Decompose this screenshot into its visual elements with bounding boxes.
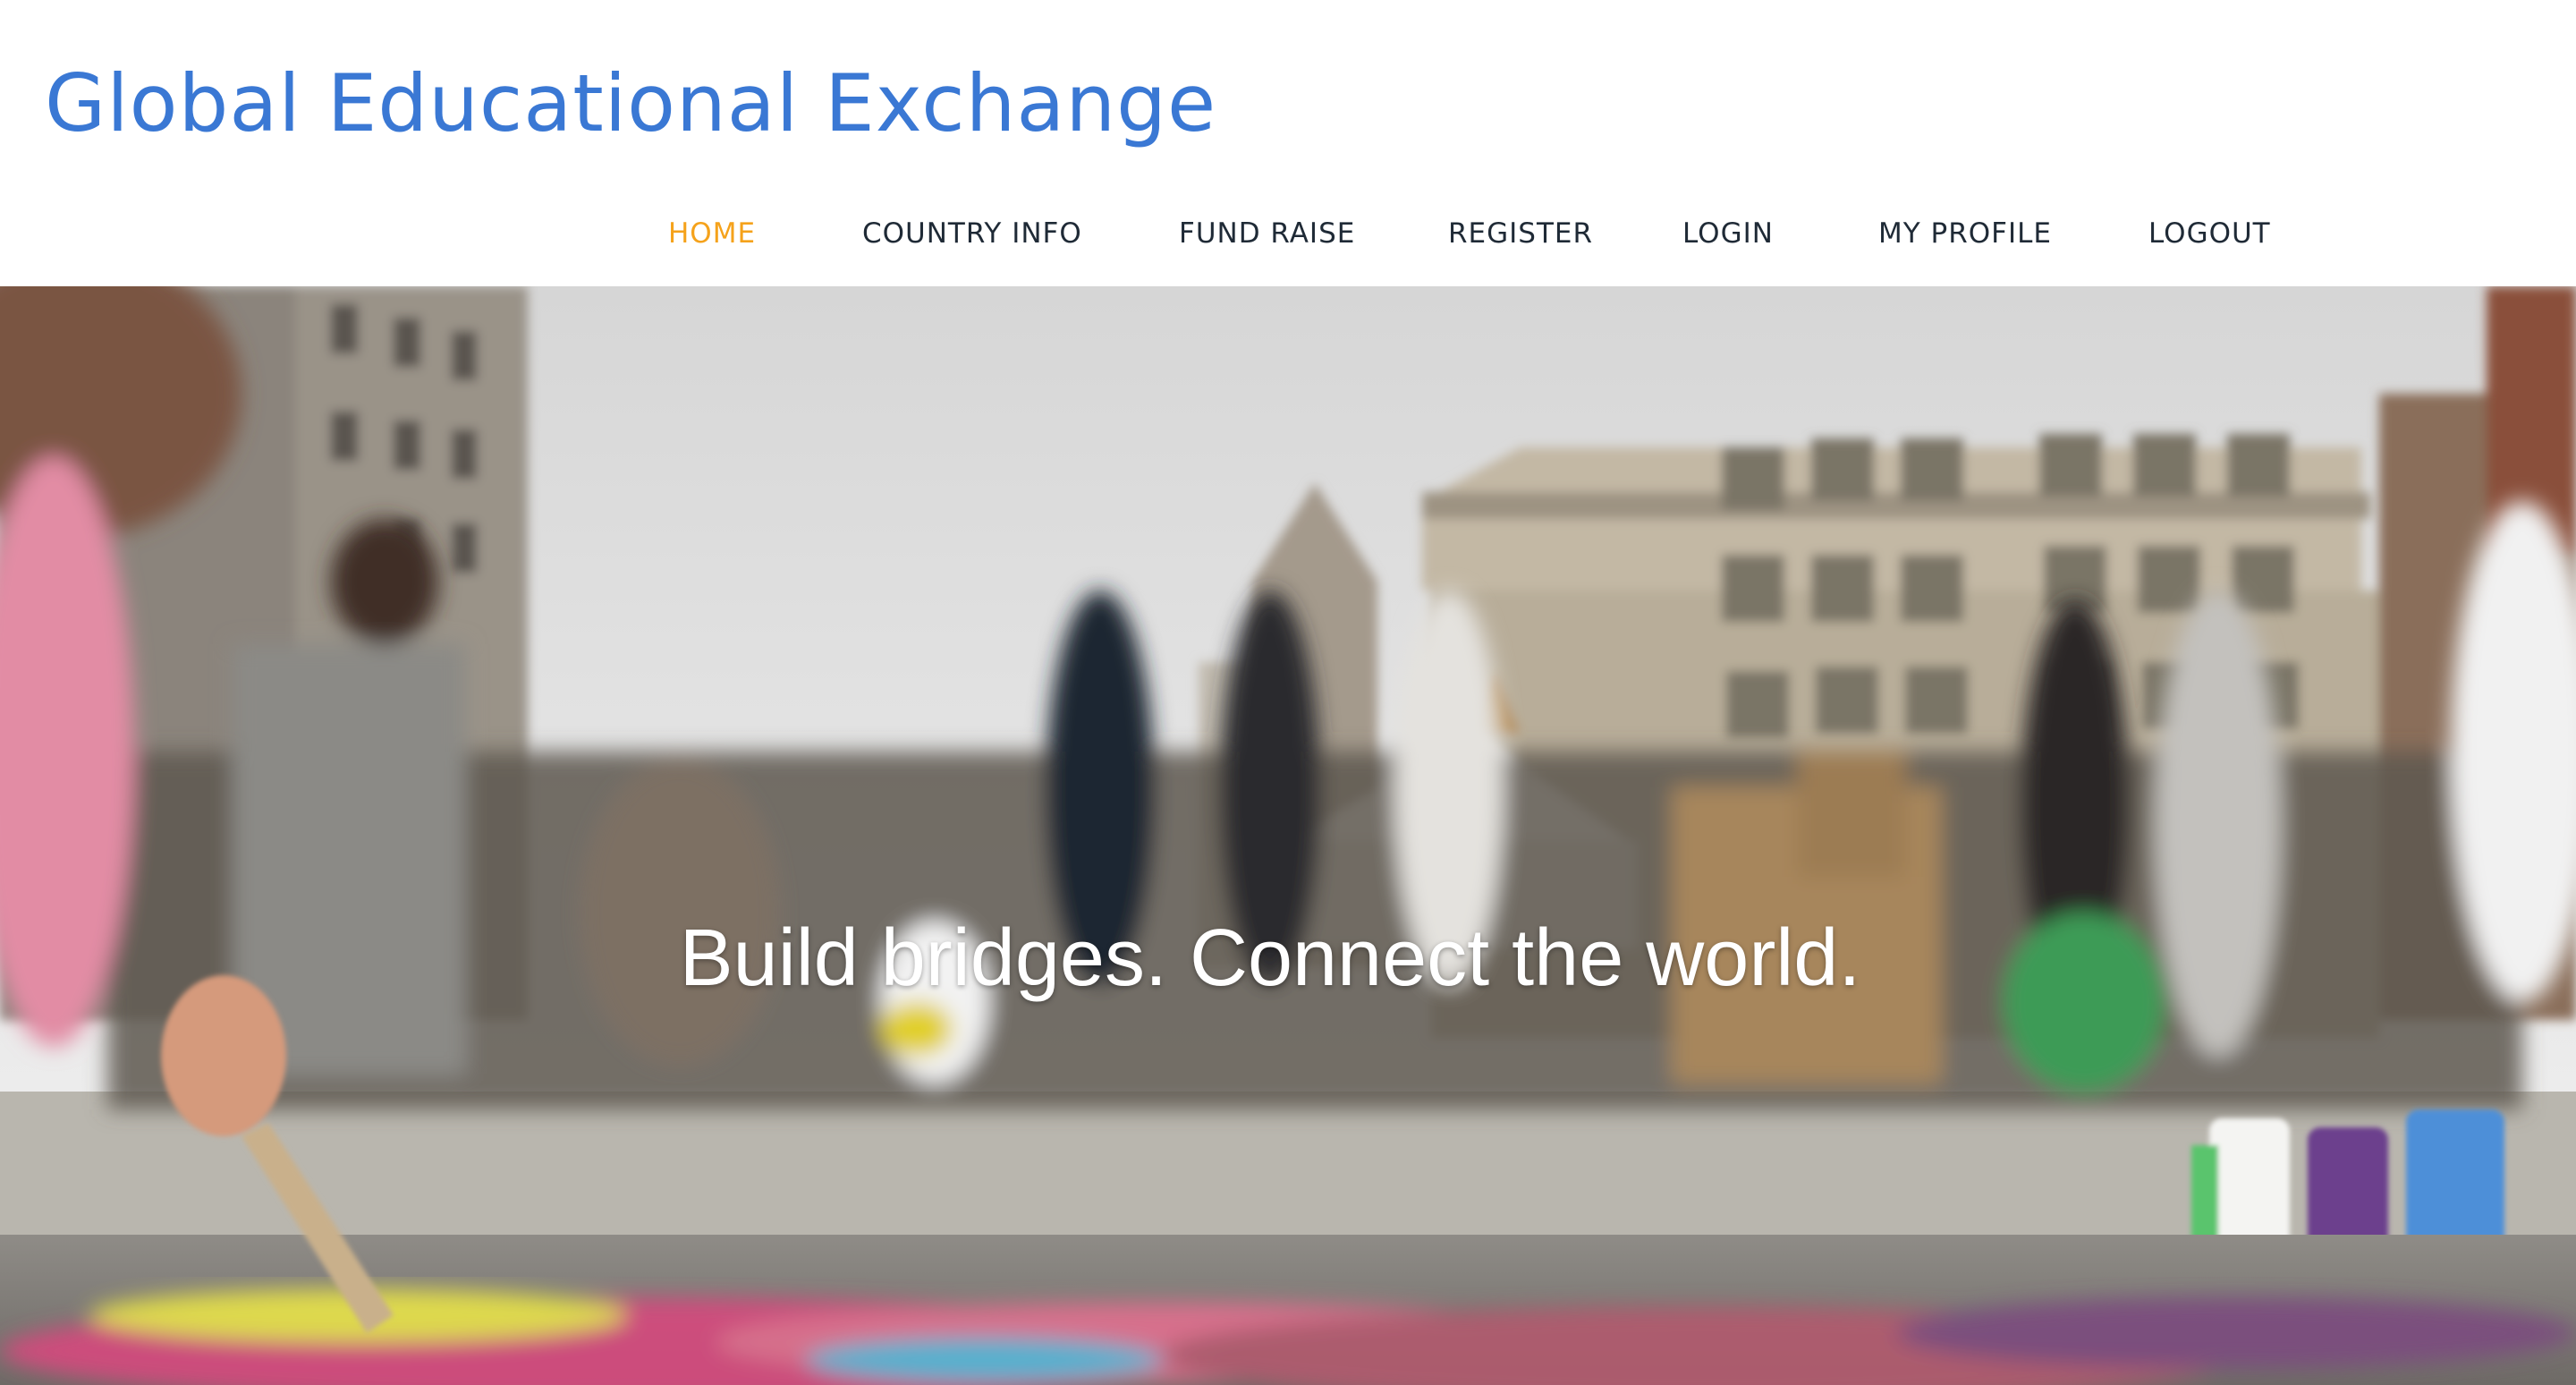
nav-item-home[interactable]: HOME [668, 211, 756, 256]
nav-item-fund-raise[interactable]: FUND RAISE [1179, 211, 1355, 256]
site-header: Global Educational Exchange HOME COUNTRY… [0, 0, 2576, 286]
nav-item-my-profile[interactable]: MY PROFILE [1878, 211, 2052, 256]
site-title[interactable]: Global Educational Exchange [45, 47, 1216, 161]
hero-background-image [0, 286, 2576, 1385]
hero-tagline: Build bridges. Connect the world. [679, 913, 1861, 1003]
main-nav: HOME COUNTRY INFO FUND RAISE REGISTER LO… [0, 211, 2576, 256]
nav-item-login[interactable]: LOGIN [1682, 211, 1774, 256]
nav-item-register[interactable]: REGISTER [1448, 211, 1593, 256]
hero-banner: Build bridges. Connect the world. [0, 286, 2576, 1385]
nav-item-country-info[interactable]: COUNTRY INFO [862, 211, 1082, 256]
nav-item-logout[interactable]: LOGOUT [2148, 211, 2271, 256]
